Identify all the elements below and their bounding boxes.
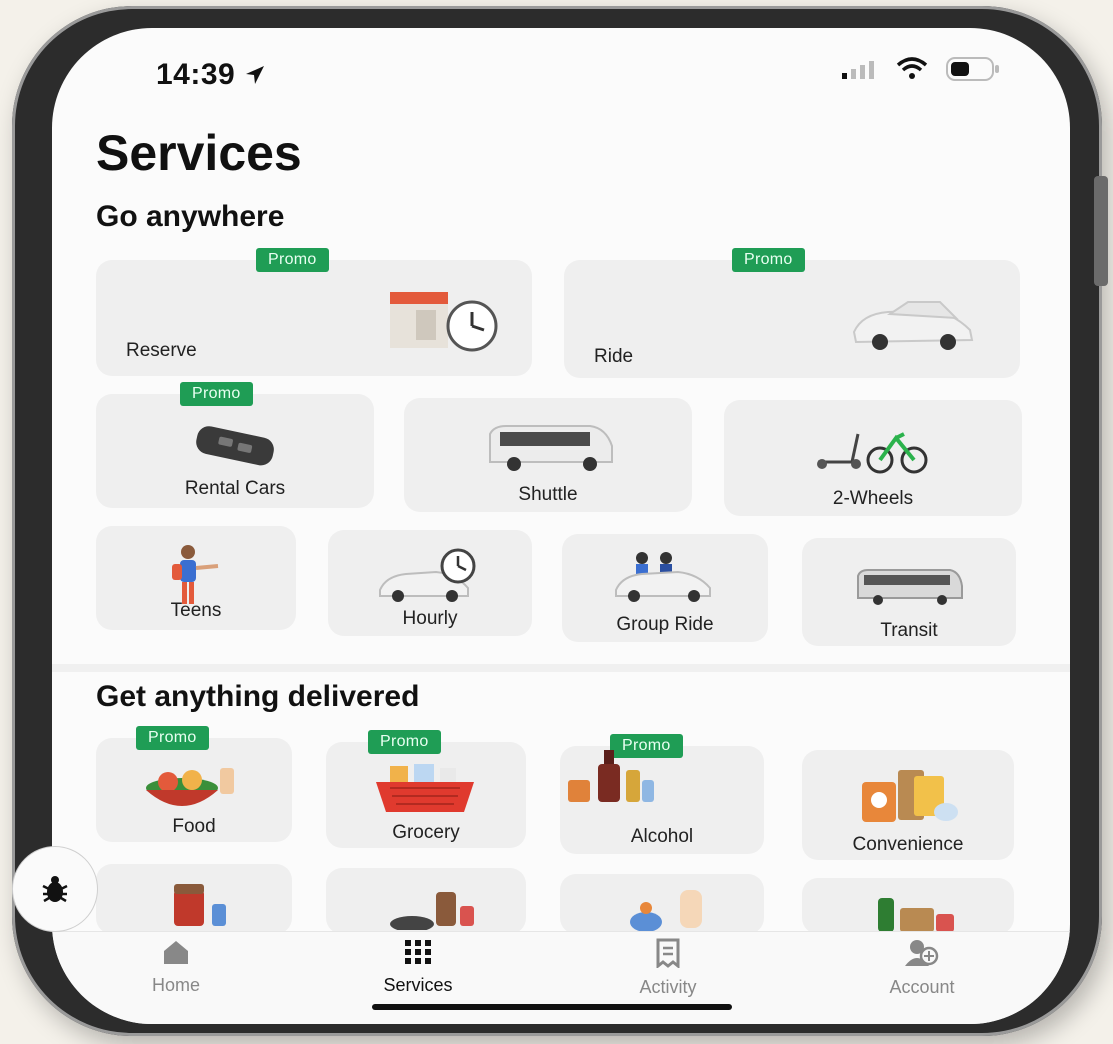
debug-bug-button[interactable]	[12, 846, 98, 932]
tab-label: Home	[151, 975, 200, 995]
service-tile-ride[interactable]: Promo Ride	[564, 248, 1020, 378]
tile-label: Grocery	[392, 822, 460, 843]
tile-label: 2-Wheels	[832, 488, 914, 509]
promo-badge: Promo	[368, 730, 441, 754]
service-tile-transit[interactable]: Transit	[802, 538, 1016, 646]
tab-label: Services	[383, 975, 453, 995]
pharmacy-items-icon	[174, 884, 226, 926]
service-tile-grocery[interactable]: Promo Grocery	[326, 730, 526, 848]
tab-account[interactable]: Account	[852, 938, 992, 998]
car-icon	[852, 301, 974, 350]
status-bar: 14:39	[52, 28, 1070, 108]
tab-services[interactable]: Services	[348, 938, 488, 996]
transit-bus-icon	[857, 569, 963, 605]
baby-items-icon	[630, 890, 702, 932]
tile-label: Group Ride	[616, 614, 714, 635]
section-divider	[52, 664, 1070, 672]
service-tile-partial[interactable]	[326, 868, 526, 934]
promo-badge: Promo	[256, 248, 329, 272]
reserve-clock-icon	[390, 292, 498, 352]
service-tile-group-ride[interactable]: Group Ride	[562, 534, 768, 642]
service-tile-shuttle[interactable]: Shuttle	[404, 398, 692, 512]
beauty-items-icon	[390, 892, 474, 930]
service-tile-rental-cars[interactable]: Promo Rental Cars	[96, 382, 374, 508]
food-bowl-icon	[146, 768, 234, 806]
section-title-delivered: Get anything delivered	[96, 680, 420, 713]
car-key-icon	[196, 426, 274, 466]
service-tile-partial[interactable]	[802, 878, 1014, 934]
status-time: 14:39	[156, 58, 266, 92]
battery-icon	[946, 57, 999, 81]
tile-label: Reserve	[126, 340, 197, 361]
bug-icon	[42, 876, 68, 903]
car-clock-icon	[379, 548, 476, 602]
tile-label: Shuttle	[518, 484, 578, 505]
bottom-tab-bar: Home Services Activity Account	[52, 931, 1070, 1024]
home-icon	[164, 941, 188, 964]
tile-label: Convenience	[852, 834, 964, 855]
tile-label: Transit	[880, 620, 938, 641]
promo-badge: Promo	[136, 726, 209, 750]
section-title-go-anywhere: Go anywhere	[96, 200, 285, 233]
location-arrow-icon	[246, 66, 265, 84]
status-icons	[842, 56, 1000, 82]
service-tile-partial[interactable]	[96, 864, 292, 934]
phone-side-button	[1094, 176, 1108, 286]
promo-badge: Promo	[732, 248, 805, 272]
group-ride-icon	[615, 552, 711, 602]
tile-label: Hourly	[402, 608, 458, 629]
tile-label: Ride	[594, 346, 634, 367]
signal-icon	[842, 61, 874, 79]
grid-icon	[405, 940, 431, 964]
receipt-icon	[656, 938, 680, 970]
service-tile-partial[interactable]	[560, 874, 764, 934]
service-tile-teens[interactable]: Teens	[96, 526, 296, 630]
service-tile-2-wheels[interactable]: 2-Wheels	[724, 400, 1022, 516]
promo-badge: Promo	[180, 382, 253, 406]
tile-label: Teens	[170, 600, 222, 621]
home-indicator	[372, 1004, 732, 1010]
grocery-basket-icon	[376, 764, 474, 812]
page-title: Services	[96, 125, 302, 181]
service-tile-food[interactable]: Promo Food	[96, 726, 292, 842]
account-icon	[905, 940, 939, 966]
scooter-bike-icon	[817, 432, 928, 474]
shuttle-bus-icon	[489, 425, 613, 471]
tile-label: Rental Cars	[184, 478, 286, 499]
service-tile-reserve[interactable]: Promo Reserve	[96, 248, 532, 376]
convenience-goods-icon	[862, 770, 958, 822]
tab-label: Activity	[639, 977, 697, 997]
app-screen: 14:39 Services Go anywhere Promo Reserve…	[52, 28, 1070, 1024]
phone-frame: 14:39 Services Go anywhere Promo Reserve…	[12, 6, 1108, 1036]
tab-home[interactable]: Home	[106, 938, 246, 996]
tab-activity[interactable]: Activity	[598, 938, 738, 998]
wifi-icon	[896, 57, 928, 79]
household-items-icon	[878, 898, 954, 932]
service-tile-alcohol[interactable]: Promo Alcohol	[560, 734, 764, 854]
service-tile-hourly[interactable]: Hourly	[328, 530, 532, 636]
alcohol-bottles-icon	[568, 750, 654, 802]
tile-label: Food	[172, 816, 216, 837]
teen-person-icon	[172, 545, 219, 604]
service-tile-convenience[interactable]: Convenience	[802, 750, 1014, 860]
tab-label: Account	[889, 977, 955, 997]
tile-label: Alcohol	[630, 826, 694, 847]
